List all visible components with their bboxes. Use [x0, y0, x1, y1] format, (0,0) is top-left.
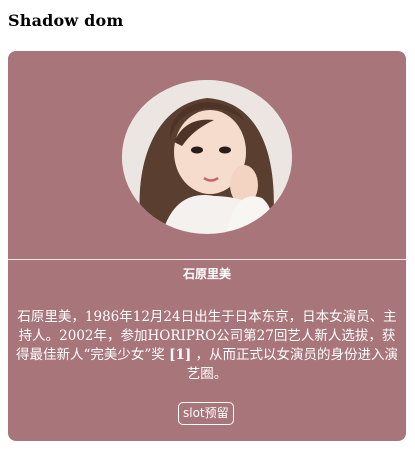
avatar-photo	[122, 80, 292, 234]
bio-tail: ，从而正式以女演员的身份进入演艺圈。	[186, 347, 399, 382]
slot-button[interactable]: slot预留	[178, 402, 234, 425]
profile-card: 石原里美 石原里美，1986年12月24日出生于日本东京，日本女演员、主持人。2…	[8, 51, 406, 441]
card-divider	[8, 259, 406, 260]
profile-bio: 石原里美，1986年12月24日出生于日本东京，日本女演员、主持人。2002年，…	[12, 308, 402, 384]
profile-name: 石原里美	[182, 267, 231, 281]
bio-reference[interactable]: [1]	[169, 347, 191, 363]
avatar	[122, 80, 292, 234]
page-title: Shadow dom	[8, 11, 124, 30]
